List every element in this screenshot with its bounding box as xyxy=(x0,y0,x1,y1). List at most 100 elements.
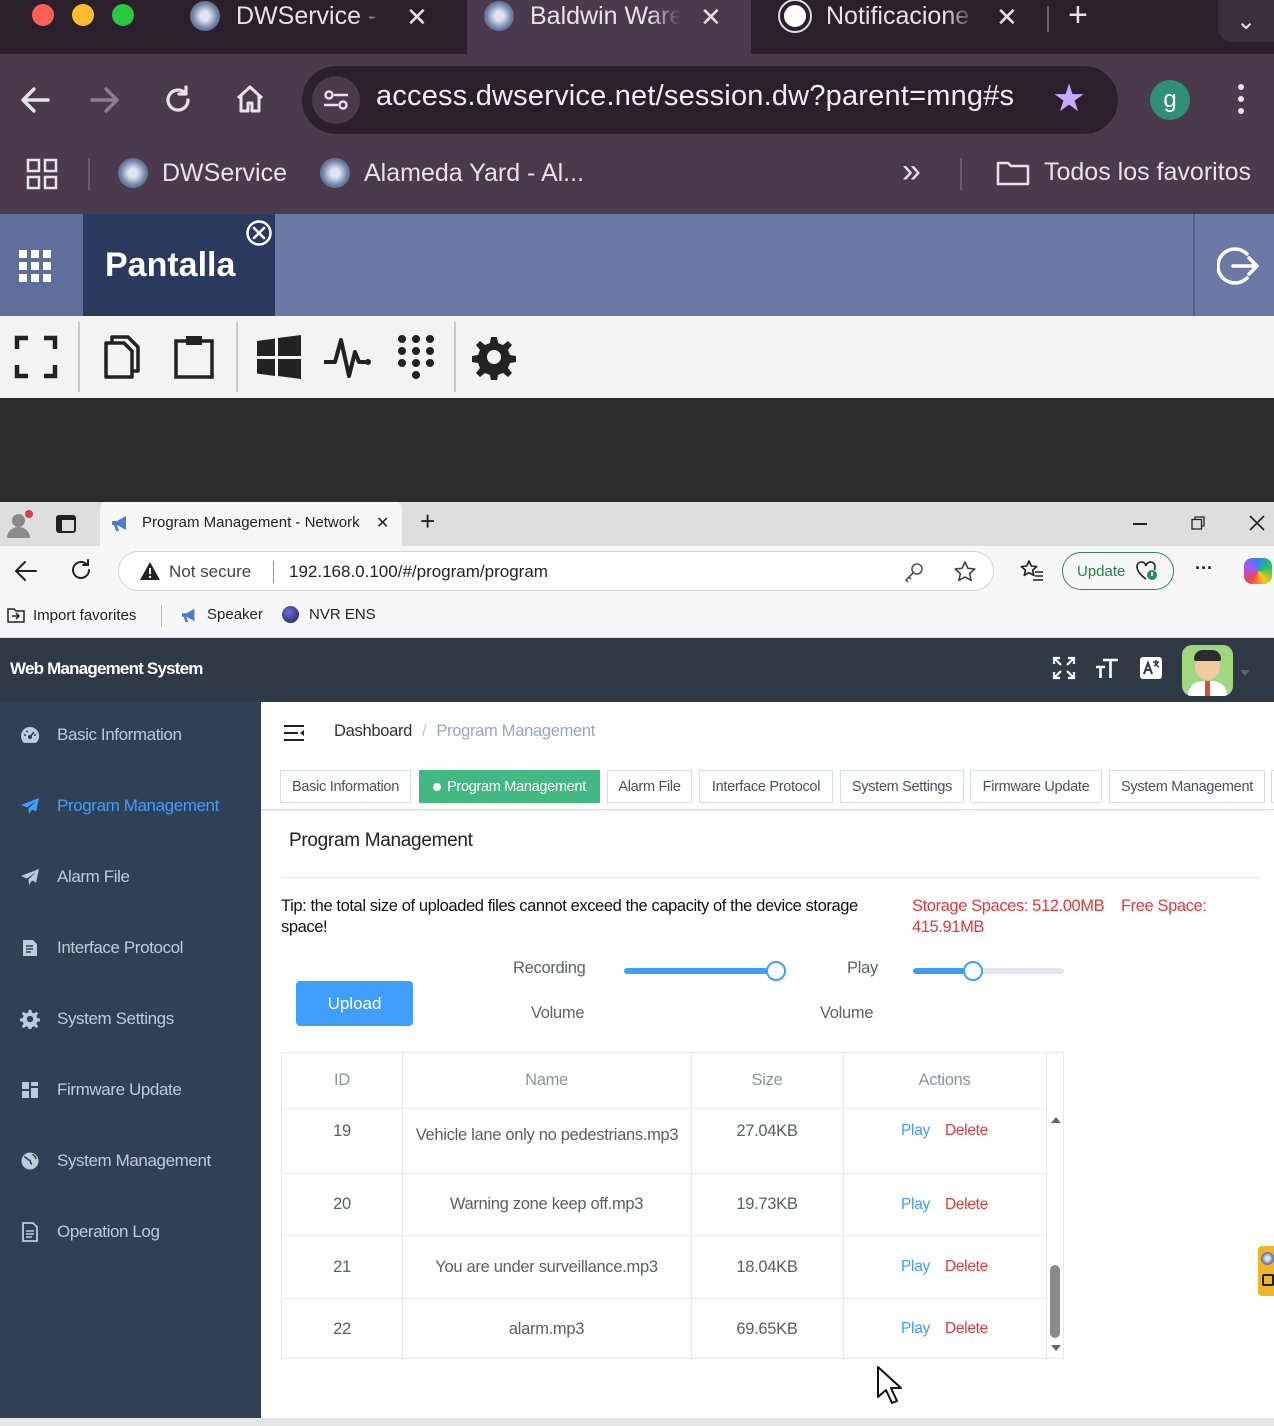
forward-icon[interactable] xyxy=(88,84,122,116)
cell-actions: Play Delete xyxy=(843,1299,1046,1359)
fullscreen-icon[interactable] xyxy=(14,334,58,380)
apps-grid-icon[interactable] xyxy=(26,158,58,190)
tag-interface-protocol[interactable]: Interface Protocol xyxy=(699,770,833,803)
not-secure-label[interactable]: Not secure xyxy=(169,562,251,582)
all-bookmarks-button[interactable]: Todos los favoritos xyxy=(996,158,1251,187)
font-size-icon[interactable] xyxy=(1094,656,1120,680)
recording-volume-slider[interactable] xyxy=(624,961,786,981)
translate-icon[interactable] xyxy=(1139,656,1163,680)
copy-icon[interactable] xyxy=(102,334,142,380)
sidebar-item-system-management[interactable]: System Management xyxy=(0,1133,261,1189)
user-avatar[interactable] xyxy=(1182,645,1233,696)
scroll-up-arrow-icon[interactable] xyxy=(1051,1117,1061,1123)
close-circle-icon[interactable] xyxy=(245,219,273,247)
gear-icon[interactable] xyxy=(472,334,516,380)
settings-more-button[interactable]: ··· xyxy=(1195,558,1213,579)
sidebar-item-interface-protocol[interactable]: Interface Protocol xyxy=(0,920,261,976)
tab-dwservice[interactable]: DWService - ✕ xyxy=(190,0,428,54)
bookmark-dwservice[interactable]: DWService xyxy=(118,158,287,188)
favorite-nvr[interactable]: NVR ENS xyxy=(282,606,376,623)
reload-icon[interactable] xyxy=(162,84,194,116)
outer-address-bar[interactable]: access.dwservice.net/session.dw?parent=m… xyxy=(302,66,1118,134)
breadcrumb-dashboard[interactable]: Dashboard xyxy=(334,722,412,741)
tab-search-button[interactable]: ⌄ xyxy=(1218,0,1274,42)
tab-close-icon[interactable]: ✕ xyxy=(996,2,1018,33)
bookmarks-overflow-button[interactable]: » xyxy=(902,152,921,191)
sidebar-item-basic-information[interactable]: Basic Information xyxy=(0,707,261,763)
maximize-window-button[interactable] xyxy=(112,4,134,26)
delete-link[interactable]: Delete xyxy=(945,1320,988,1338)
tag-alarm-file[interactable]: Alarm File xyxy=(607,770,692,803)
edge-address-bar[interactable]: Not secure 192.168.0.100/#/program/progr… xyxy=(118,551,994,591)
favorite-import[interactable]: Import favorites xyxy=(6,606,136,624)
slider-handle[interactable] xyxy=(766,961,786,981)
tab-actions-icon[interactable] xyxy=(56,515,76,533)
back-icon[interactable] xyxy=(18,84,52,116)
bookmark-alameda[interactable]: Alameda Yard - Al... xyxy=(320,158,584,188)
slider-handle[interactable] xyxy=(963,961,983,981)
delete-link[interactable]: Delete xyxy=(945,1258,988,1276)
play-link[interactable]: Play xyxy=(901,1258,930,1276)
copilot-icon[interactable] xyxy=(1244,558,1272,584)
star-icon[interactable] xyxy=(953,560,977,584)
edge-tab-program-management[interactable]: Program Management - Network ✕ xyxy=(100,502,402,546)
tag-program-management[interactable]: Program Management xyxy=(419,770,600,803)
dw-exit-button[interactable] xyxy=(1193,214,1274,316)
scroll-down-arrow-icon[interactable] xyxy=(1051,1345,1061,1351)
warning-icon[interactable] xyxy=(139,561,161,581)
new-tab-button[interactable]: + xyxy=(1068,0,1088,35)
minimize-window-button[interactable] xyxy=(72,4,94,26)
play-link[interactable]: Play xyxy=(901,1196,930,1214)
back-icon[interactable] xyxy=(14,560,38,582)
window-minimize-button[interactable] xyxy=(1133,523,1147,525)
tab-close-icon[interactable]: ✕ xyxy=(406,2,428,33)
edge-new-tab-button[interactable]: + xyxy=(420,506,435,537)
upload-button[interactable]: Upload xyxy=(296,981,413,1026)
hamburger-icon[interactable] xyxy=(283,724,305,742)
bookmark-star-icon[interactable]: ★ xyxy=(1052,76,1086,121)
tag-system-settings[interactable]: System Settings xyxy=(840,770,964,803)
profile-avatar[interactable]: g xyxy=(1150,80,1190,120)
favorites-list-icon[interactable] xyxy=(1020,559,1044,581)
gear-icon xyxy=(19,1009,41,1029)
tag-system-management[interactable]: System Management xyxy=(1109,770,1265,803)
key-icon[interactable] xyxy=(903,561,925,583)
dw-tab-pantalla[interactable]: Pantalla xyxy=(83,214,275,316)
site-info-icon[interactable] xyxy=(312,76,360,124)
delete-link[interactable]: Delete xyxy=(945,1196,988,1214)
kebab-menu-icon[interactable] xyxy=(1236,84,1246,118)
favorite-speaker[interactable]: Speaker xyxy=(180,606,263,623)
update-button[interactable]: Update xyxy=(1062,552,1174,590)
delete-link[interactable]: Delete xyxy=(945,1122,988,1140)
sidebar-item-system-settings[interactable]: System Settings xyxy=(0,991,261,1047)
play-volume-slider[interactable] xyxy=(913,961,1064,981)
play-link[interactable]: Play xyxy=(901,1122,930,1140)
sidebar-item-firmware-update[interactable]: Firmware Update xyxy=(0,1062,261,1118)
edge-tab-close-icon[interactable]: ✕ xyxy=(376,513,389,533)
activity-icon[interactable] xyxy=(324,334,372,380)
scrollbar-thumb[interactable] xyxy=(1050,1265,1060,1338)
sidebar-item-program-management[interactable]: Program Management xyxy=(0,778,261,834)
play-link[interactable]: Play xyxy=(901,1320,930,1338)
window-close-icon[interactable] xyxy=(1249,515,1265,531)
windows-icon[interactable] xyxy=(256,334,302,380)
window-restore-icon[interactable] xyxy=(1191,516,1205,530)
sidebar-item-operation-log[interactable]: Operation Log xyxy=(0,1204,261,1260)
tab-baldwin[interactable]: Baldwin Ware ✕ xyxy=(484,0,722,54)
clipboard-icon[interactable] xyxy=(172,334,216,380)
caret-down-icon[interactable] xyxy=(1240,670,1250,676)
sidebar-item-alarm-file[interactable]: Alarm File xyxy=(0,849,261,905)
table-scrollbar[interactable] xyxy=(1047,1109,1064,1359)
home-icon[interactable] xyxy=(234,83,266,115)
screenfull-icon[interactable] xyxy=(1052,656,1076,680)
keypad-icon[interactable] xyxy=(396,334,436,380)
tag-basic-information[interactable]: Basic Information xyxy=(280,770,411,803)
profile-icon[interactable] xyxy=(6,510,33,538)
tag-firmware-update[interactable]: Firmware Update xyxy=(970,770,1102,803)
tab-notificaciones[interactable]: Notificacione ✕ xyxy=(780,0,1018,54)
tab-close-icon[interactable]: ✕ xyxy=(700,2,722,33)
close-window-button[interactable] xyxy=(32,4,54,26)
dw-apps-button[interactable] xyxy=(0,214,83,316)
floating-widget[interactable] xyxy=(1258,1246,1274,1296)
reload-icon[interactable] xyxy=(70,559,92,581)
